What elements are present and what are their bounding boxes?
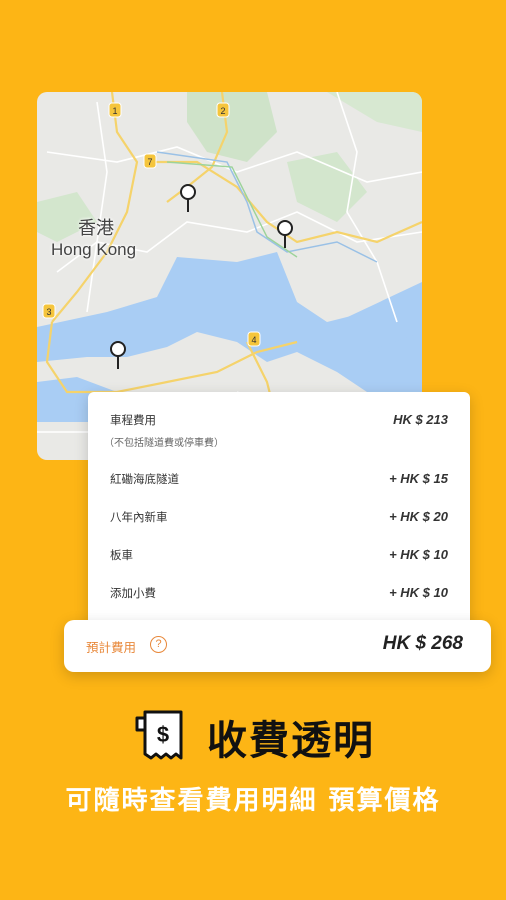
fee-item-label: 八年內新車 [110,510,168,524]
map-city-label-zh: 香港 [78,218,114,239]
location-pin-icon[interactable] [277,220,293,248]
route-badge-4: 4 [251,335,256,345]
route-badge-3: 3 [46,307,51,317]
fee-base-note: （不包括隧道費或停車費） [104,438,224,449]
fee-row-tip: 添加小費 + HK $ 10 [110,585,448,601]
fee-breakdown-card: 車程費用 （不包括隧道費或停車費） HK $ 213 紅磡海底隧道 + HK $… [88,392,470,628]
fee-row-tunnel: 紅磡海底隧道 + HK $ 15 [110,471,448,487]
fee-row-flatbed: 板車 + HK $ 10 [110,547,448,563]
headline: $ 收費透明 [0,706,506,768]
help-icon[interactable]: ? [150,636,167,653]
receipt-icon: $ [135,710,183,760]
estimated-total-bar: 預計費用 ? HK $ 268 [64,620,491,672]
route-badge-7: 7 [147,157,152,167]
fee-row-new-car: 八年內新車 + HK $ 20 [110,509,448,525]
estimated-total-amount: HK $ 268 [382,633,463,654]
headline-text: 收費透明 [207,718,375,764]
fee-item-amount: + HK $ 10 [389,547,448,562]
estimated-total-label: 預計費用 [86,640,137,655]
fee-item-label: 紅磡海底隧道 [110,472,179,486]
fee-row-base: 車程費用 （不包括隧道費或停車費） HK $ 213 [104,412,448,449]
fee-item-label: 添加小費 [110,586,156,600]
route-badge-1: 1 [112,106,117,116]
fee-item-amount: + HK $ 10 [389,585,448,600]
fee-base-amount: HK $ 213 [393,412,448,427]
map-city-label-en: Hong Kong [51,240,137,259]
fee-item-label: 板車 [110,548,133,562]
fee-item-amount: + HK $ 20 [389,509,448,524]
location-pin-icon[interactable] [180,184,196,212]
route-badge-2: 2 [220,106,225,116]
subline-text: 可隨時查看費用明細 預算價格 [65,786,441,816]
fee-base-label: 車程費用 [110,413,156,427]
fee-item-amount: + HK $ 15 [389,471,448,486]
svg-text:$: $ [157,722,169,747]
